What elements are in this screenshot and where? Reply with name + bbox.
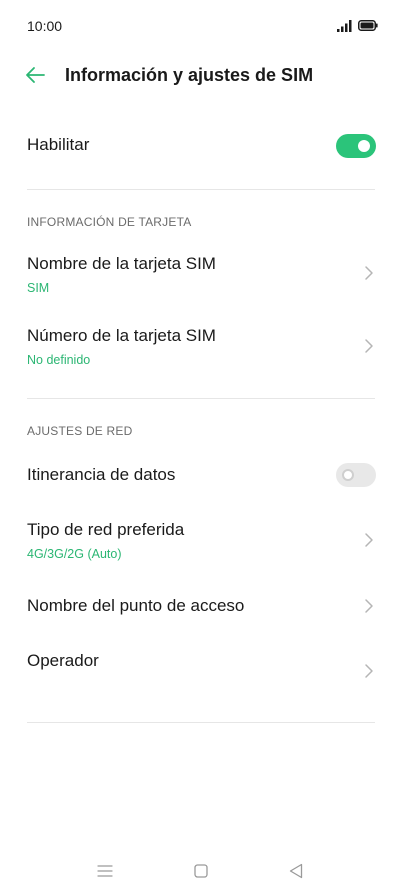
operator-label: Operador [27, 651, 99, 670]
header: Información y ajustes de SIM [0, 52, 403, 100]
toggle-knob [358, 140, 370, 152]
divider [27, 189, 375, 190]
operator-row[interactable]: Operador [0, 642, 403, 700]
navigation-bar [0, 852, 403, 896]
section-header-card-info: INFORMACIÓN DE TARJETA [27, 215, 192, 229]
sim-name-row[interactable]: Nombre de la tarjeta SIM SIM [0, 246, 403, 306]
preferred-network-label: Tipo de red preferida [27, 520, 185, 539]
enable-label: Habilitar [27, 135, 90, 154]
enable-row[interactable]: Habilitar [0, 122, 403, 170]
chevron-right-icon [365, 533, 373, 547]
sim-name-value: SIM [27, 281, 50, 295]
toggle-knob [342, 469, 354, 481]
roaming-label: Itinerancia de datos [27, 465, 176, 484]
chevron-right-icon [365, 599, 373, 613]
chevron-right-icon [365, 339, 373, 353]
apn-label: Nombre del punto de acceso [27, 596, 245, 615]
battery-icon [358, 20, 378, 31]
preferred-network-value: 4G/3G/2G (Auto) [27, 547, 122, 561]
home-icon[interactable] [194, 864, 208, 878]
recent-apps-icon[interactable] [97, 864, 113, 878]
signal-icon [337, 20, 352, 32]
sim-number-row[interactable]: Número de la tarjeta SIM No definido [0, 318, 403, 378]
nav-back-icon[interactable] [289, 863, 303, 879]
status-time: 10:00 [27, 18, 63, 34]
sim-number-label: Número de la tarjeta SIM [27, 326, 216, 345]
back-arrow-icon[interactable] [24, 66, 46, 84]
status-bar: 10:00 [0, 0, 403, 52]
roaming-toggle[interactable] [336, 463, 376, 487]
page-title: Información y ajustes de SIM [65, 65, 314, 85]
sim-number-value: No definido [27, 353, 91, 367]
roaming-row[interactable]: Itinerancia de datos [0, 452, 403, 498]
enable-toggle[interactable] [336, 134, 376, 158]
section-header-network: AJUSTES DE RED [27, 424, 133, 438]
sim-settings-screen: 10:00 Información y ajustes de SIM Habil… [0, 0, 403, 896]
chevron-right-icon [365, 664, 373, 678]
apn-row[interactable]: Nombre del punto de acceso [0, 584, 403, 630]
chevron-right-icon [365, 266, 373, 280]
sim-name-label: Nombre de la tarjeta SIM [27, 254, 216, 273]
divider [27, 722, 375, 723]
divider [27, 398, 375, 399]
preferred-network-row[interactable]: Tipo de red preferida 4G/3G/2G (Auto) [0, 512, 403, 570]
